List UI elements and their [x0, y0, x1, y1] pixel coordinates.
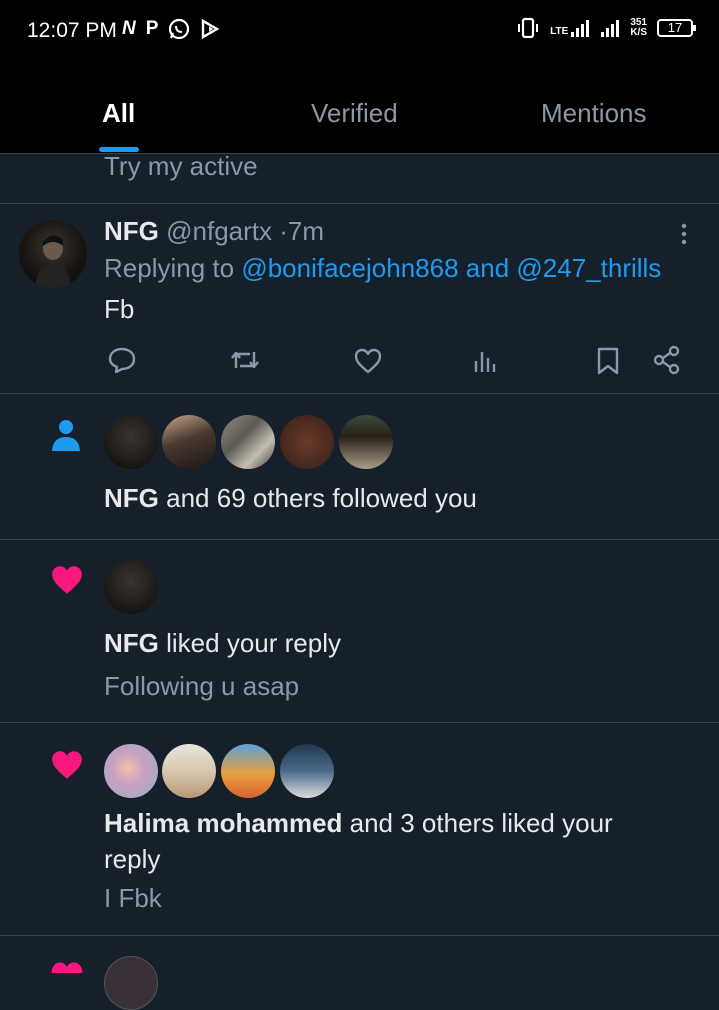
like-notification-text: and 3 others liked your [349, 808, 613, 838]
divider [0, 203, 719, 204]
status-notification-icons: N P [122, 17, 220, 41]
post-time: 7m [287, 216, 325, 246]
heart-icon [52, 751, 82, 779]
divider [0, 393, 719, 394]
like-icon[interactable] [353, 347, 383, 375]
more-options-icon[interactable] [680, 223, 688, 245]
post-text: Fb [104, 294, 135, 324]
status-system-icons: LTE 351 K/S 17 [516, 17, 696, 39]
follow-notification-text: and 69 others followed you [166, 483, 477, 513]
bookmark-icon[interactable] [596, 346, 620, 376]
avatar[interactable] [221, 744, 275, 798]
truncated-notification-text[interactable]: Try my active [104, 151, 258, 182]
avatar[interactable] [280, 415, 334, 469]
person-icon [52, 420, 80, 451]
like-notification-text: liked your reply [166, 628, 341, 658]
network-speed: 351 K/S [630, 18, 647, 38]
tab-all[interactable]: All [102, 98, 135, 129]
notification-tabs: All Verified Mentions [0, 62, 719, 154]
avatar[interactable] [162, 744, 216, 798]
avatar[interactable] [280, 744, 334, 798]
tab-verified[interactable]: Verified [311, 98, 398, 129]
liked-reply-preview: I Fbk [104, 883, 162, 913]
avatar[interactable] [104, 956, 158, 1010]
play-icon [202, 18, 220, 40]
avatar[interactable] [339, 415, 393, 469]
replying-to-user-2[interactable]: @247_thrills [516, 253, 661, 283]
post-author-name[interactable]: NFG [104, 216, 159, 246]
like-notification-text-line2: reply [104, 844, 161, 874]
n-app-icon: N [122, 18, 136, 39]
whatsapp-icon [169, 18, 190, 40]
avatar[interactable] [162, 415, 216, 469]
views-icon[interactable] [472, 347, 500, 375]
network-type: LTE [550, 26, 569, 37]
tab-mentions[interactable]: Mentions [541, 98, 647, 129]
p-app-icon: P [145, 18, 159, 39]
retweet-icon[interactable] [228, 346, 262, 374]
reply-icon[interactable] [107, 346, 137, 374]
avatar[interactable] [104, 560, 158, 614]
share-icon[interactable] [652, 345, 682, 375]
vibrate-icon [518, 17, 539, 39]
avatar[interactable] [104, 415, 158, 469]
liker-name[interactable]: Halima mohammed [104, 808, 342, 838]
follower-name[interactable]: NFG [104, 483, 159, 513]
replying-to-label: Replying to [104, 253, 235, 283]
replying-to-user-1[interactable]: @bonifacejohn868 [241, 253, 458, 283]
heart-icon [52, 566, 82, 594]
signal-icon-2 [601, 20, 620, 37]
divider [0, 539, 719, 540]
avatar[interactable] [221, 415, 275, 469]
replying-to-and: and [465, 253, 510, 283]
heart-icon [51, 962, 83, 973]
liked-reply-preview: Following u asap [104, 671, 300, 701]
post-author-handle[interactable]: @nfgartx [166, 216, 272, 246]
avatar[interactable] [19, 220, 87, 288]
speed-unit: K/S [630, 27, 647, 38]
battery-indicator: 17 [657, 19, 696, 37]
lte-signal: LTE [550, 19, 590, 37]
signal-icon [571, 20, 590, 37]
person-silhouette-icon [35, 235, 71, 288]
liker-name[interactable]: NFG [104, 628, 159, 658]
avatar[interactable] [104, 744, 158, 798]
status-time: 12:07 PM [27, 19, 117, 42]
divider [0, 722, 719, 723]
post-separator: · [279, 216, 288, 246]
divider [0, 935, 719, 936]
status-bar: 12:07 PM N P LTE 351 K/S 17 [0, 0, 719, 62]
